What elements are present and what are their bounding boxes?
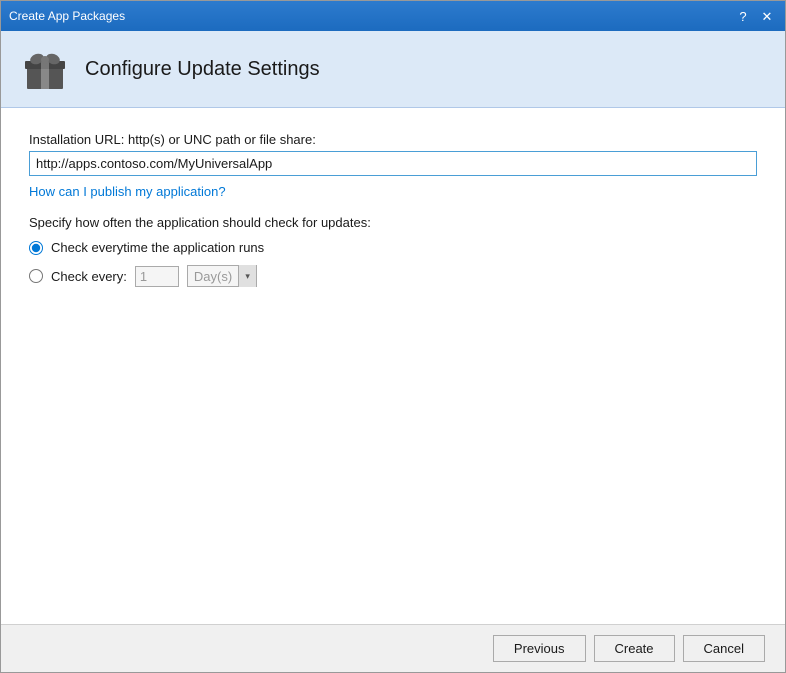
radio-row-1: Check everytime the application runs	[29, 240, 757, 255]
radio-group: Check everytime the application runs Che…	[29, 240, 757, 287]
footer: Previous Create Cancel	[1, 624, 785, 672]
dialog-window: Create App Packages ? ✕	[0, 0, 786, 673]
title-bar-text: Create App Packages	[9, 9, 125, 23]
help-button[interactable]: ?	[733, 6, 753, 26]
content-area: Installation URL: http(s) or UNC path or…	[1, 108, 785, 624]
publish-link[interactable]: How can I publish my application?	[29, 184, 757, 199]
radio-every-label[interactable]: Check every:	[51, 269, 127, 284]
days-dropdown[interactable]: Day(s) ▾	[187, 265, 257, 287]
create-button[interactable]: Create	[594, 635, 675, 662]
previous-button[interactable]: Previous	[493, 635, 586, 662]
specify-label: Specify how often the application should…	[29, 215, 757, 230]
number-input[interactable]	[135, 266, 179, 287]
header-section: Configure Update Settings	[1, 31, 785, 108]
radio-everytime[interactable]	[29, 241, 43, 255]
radio-everytime-label[interactable]: Check everytime the application runs	[51, 240, 264, 255]
url-label: Installation URL: http(s) or UNC path or…	[29, 132, 757, 147]
close-button[interactable]: ✕	[757, 6, 777, 26]
page-title: Configure Update Settings	[85, 58, 320, 81]
radio-row-2: Check every: Day(s) ▾	[29, 265, 757, 287]
url-input[interactable]	[29, 151, 757, 176]
title-bar-controls: ? ✕	[733, 6, 777, 26]
radio-every[interactable]	[29, 269, 43, 283]
title-bar: Create App Packages ? ✕	[1, 1, 785, 31]
dropdown-arrow-icon: ▾	[238, 265, 256, 287]
cancel-button[interactable]: Cancel	[683, 635, 765, 662]
days-dropdown-text: Day(s)	[188, 269, 238, 284]
app-package-icon	[21, 45, 69, 93]
